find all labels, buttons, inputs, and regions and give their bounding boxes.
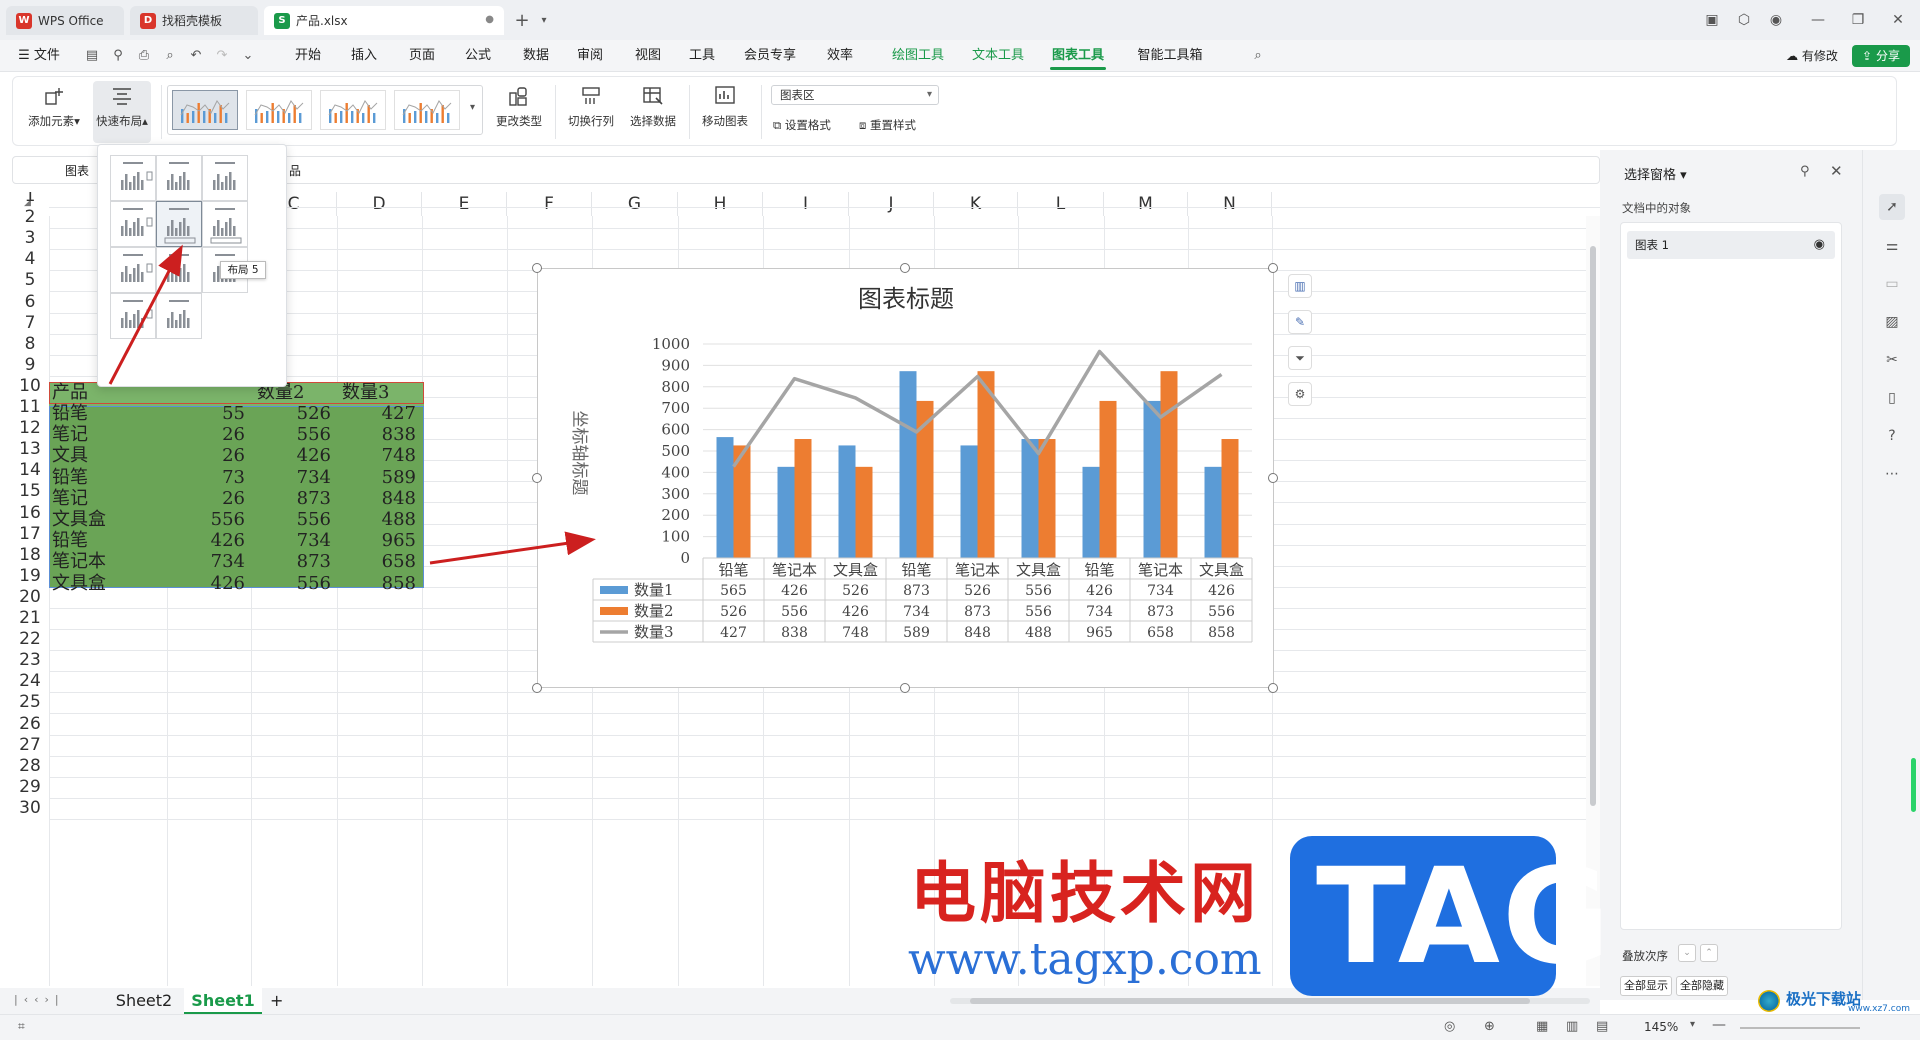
locate-icon[interactable]: ⊕ bbox=[1484, 1019, 1495, 1034]
object-item-chart-1[interactable]: 图表 1 ◉ bbox=[1627, 231, 1835, 259]
close-pane-icon[interactable]: ✕ bbox=[1830, 162, 1843, 180]
zoom-out-icon[interactable]: — bbox=[1712, 1017, 1726, 1033]
zoom-level[interactable]: 145% bbox=[1644, 1020, 1678, 1034]
reading-view-icon[interactable]: ▤ bbox=[1596, 1019, 1608, 1034]
more-icon[interactable]: ⋯ bbox=[1882, 464, 1902, 484]
watermark-url: www.tagxp.com bbox=[908, 934, 1262, 985]
arrow-to-layout bbox=[108, 244, 183, 385]
pane-title-label: 选择窗格 bbox=[1624, 168, 1677, 183]
note-icon[interactable]: ▭ bbox=[1882, 274, 1902, 294]
eye-protection-icon[interactable]: ◎ bbox=[1444, 1019, 1455, 1034]
select-pointer-icon[interactable]: ➚ bbox=[1879, 194, 1905, 220]
add-sheet-button[interactable]: + bbox=[270, 991, 283, 1010]
horizontal-scroll-thumb[interactable] bbox=[970, 998, 1530, 1004]
eye-icon[interactable]: ◉ bbox=[1814, 231, 1825, 259]
watermark-site-name: 电脑技术网 bbox=[910, 855, 1260, 932]
right-tool-rail: ➚ ⚌ ▭ ▨ ✂ ▯ ? ⋯ bbox=[1862, 150, 1920, 1000]
chevron-down-icon[interactable]: ▾ bbox=[1680, 168, 1687, 183]
sheet-nav-icons[interactable]: |‹‹›| bbox=[14, 993, 65, 1006]
watermark-tag-text: TAG bbox=[1316, 840, 1613, 994]
tools-icon[interactable]: ✂ bbox=[1882, 350, 1902, 370]
properties-icon[interactable]: ⚌ bbox=[1882, 236, 1902, 256]
image-edit-icon[interactable]: ▨ bbox=[1882, 312, 1902, 332]
object-item-label: 图表 1 bbox=[1635, 238, 1669, 252]
move-up-icon[interactable]: ⌃ bbox=[1700, 944, 1718, 962]
watermark-corner-url: www.xz7.com bbox=[1848, 1004, 1910, 1014]
pane-title: 选择窗格 ▾ bbox=[1624, 164, 1687, 183]
selection-pane: 选择窗格 ▾ ⚲ ✕ 文档中的对象 图表 1 ◉ 叠放次序 ⌄ ⌃ 全部显示 全… bbox=[1600, 150, 1862, 1000]
hide-all-button[interactable]: 全部隐藏 bbox=[1676, 976, 1728, 996]
macro-icon[interactable]: ⌗ bbox=[18, 1019, 25, 1034]
help-icon[interactable]: ? bbox=[1882, 426, 1902, 446]
status-bar: ⌗ ◎ ⊕ ▦ ▥ ▤ 145% ▾ — bbox=[0, 1014, 1920, 1040]
arrow-to-chart bbox=[429, 531, 596, 565]
scroll-indicator bbox=[1911, 758, 1916, 812]
objects-heading: 文档中的对象 bbox=[1622, 201, 1691, 215]
sheet-tab-sheet2[interactable]: Sheet2 bbox=[108, 991, 180, 1013]
z-order-label: 叠放次序 bbox=[1622, 949, 1668, 963]
normal-view-icon[interactable]: ▦ bbox=[1536, 1019, 1548, 1034]
page-view-icon[interactable]: ▥ bbox=[1566, 1019, 1578, 1034]
watermark-corner: 极光下载站 www.xz7.com bbox=[1758, 988, 1918, 1014]
pin-pane-icon[interactable]: ⚲ bbox=[1800, 164, 1810, 179]
aurora-logo-icon bbox=[1758, 990, 1780, 1012]
sheet-tab-sheet1[interactable]: Sheet1 bbox=[184, 988, 262, 1014]
book-icon[interactable]: ▯ bbox=[1882, 388, 1902, 408]
chevron-down-icon[interactable]: ▾ bbox=[1690, 1019, 1695, 1030]
zoom-slider[interactable] bbox=[1740, 1027, 1860, 1029]
watermark-tag-badge: TAG bbox=[1290, 836, 1610, 996]
horizontal-scrollbar[interactable] bbox=[950, 998, 1590, 1004]
objects-list: 图表 1 ◉ bbox=[1620, 222, 1842, 930]
show-all-button[interactable]: 全部显示 bbox=[1620, 976, 1672, 996]
move-down-icon[interactable]: ⌄ bbox=[1678, 944, 1696, 962]
vertical-scroll-thumb[interactable] bbox=[1590, 246, 1596, 806]
